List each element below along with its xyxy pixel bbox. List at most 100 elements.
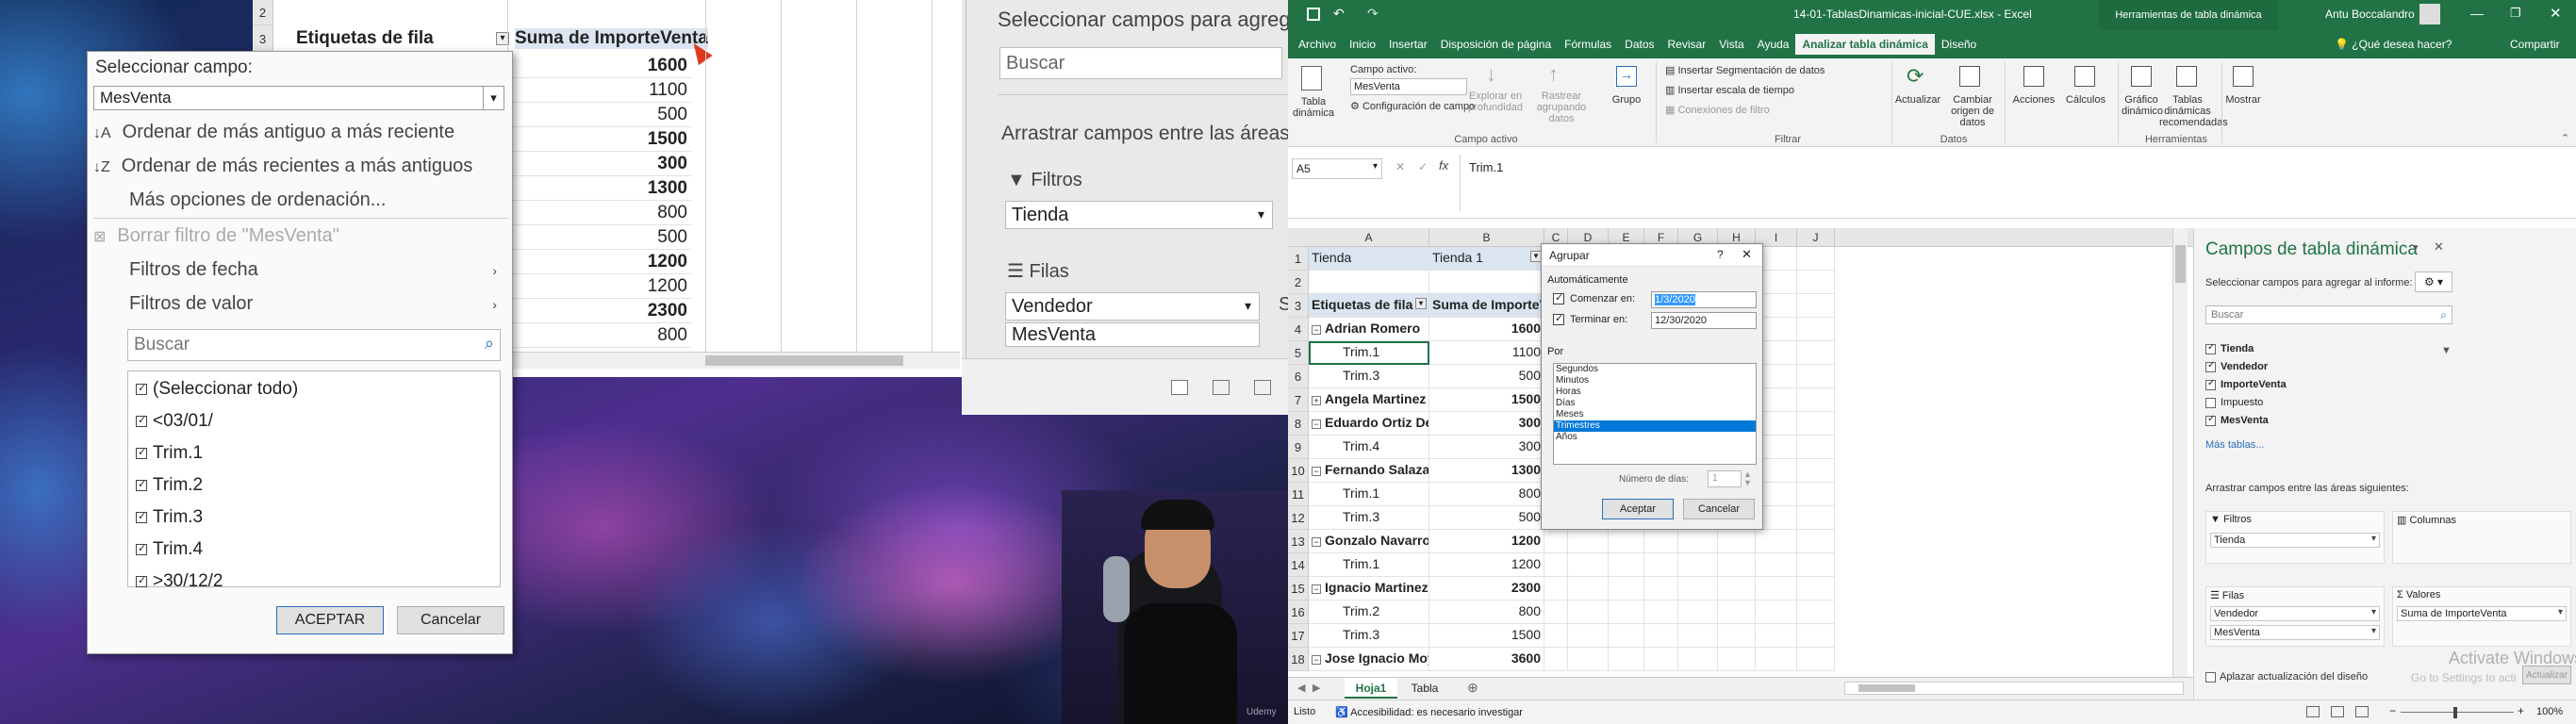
group-option[interactable]: Horas — [1554, 387, 1756, 398]
cell-b5[interactable]: 1100 — [1429, 341, 1544, 365]
field-search-input[interactable]: Buscar ⌕ — [2205, 305, 2452, 324]
filter-dropdown-icon[interactable]: ▾ — [1415, 298, 1427, 309]
cell-a14[interactable]: Trim.1 — [1309, 553, 1429, 577]
empty-cell[interactable] — [1797, 601, 1835, 624]
scroll-thumb[interactable] — [1858, 684, 1915, 692]
tab-hoja1[interactable]: Hoja1 — [1345, 678, 1397, 699]
empty-cell[interactable] — [1568, 530, 1609, 553]
row-header[interactable]: 10 — [1288, 459, 1309, 483]
group-option[interactable]: Trimestres — [1554, 420, 1756, 432]
group-option[interactable]: Minutos — [1554, 375, 1756, 387]
values-area[interactable]: Σ Valores Suma de ImporteVenta — [2392, 586, 2571, 647]
cell-a9[interactable]: Trim.4 — [1309, 436, 1429, 459]
row-field-mesventa[interactable]: MesVenta — [1005, 322, 1260, 347]
cancel-button[interactable]: Cancelar — [397, 606, 504, 634]
add-sheet-icon[interactable]: ⊕ — [1467, 680, 1478, 696]
collapse-icon[interactable]: − — [1312, 537, 1321, 547]
column-header[interactable]: B — [1429, 228, 1544, 247]
date-filters-item[interactable]: Filtros de fecha › — [129, 259, 497, 281]
empty-cell[interactable] — [1797, 459, 1835, 483]
row-header[interactable]: 2 — [1288, 271, 1309, 294]
empty-cell[interactable] — [1797, 530, 1835, 553]
cell-b9[interactable]: 300 — [1429, 436, 1544, 459]
value-sum-item[interactable]: Suma de ImporteVenta — [2397, 606, 2567, 621]
recommended-pivot-button[interactable]: Tablas dinámicas recomendadas — [2159, 94, 2228, 128]
empty-cell[interactable] — [1718, 601, 1756, 624]
page-break-icon[interactable] — [1254, 380, 1271, 395]
start-input[interactable]: 1/3/2020 — [1651, 291, 1757, 308]
checkbox[interactable]: ✓ — [2205, 342, 2216, 354]
checklist-item[interactable]: <03/01/ — [136, 411, 213, 432]
checklist-item[interactable]: >30/12/2 — [136, 571, 223, 592]
sort-desc-item[interactable]: ↓Z Ordenar de más recientes a más antiguo… — [93, 156, 472, 177]
cell-a4[interactable]: − Adrian Romero — [1309, 318, 1429, 341]
empty-cell[interactable] — [1568, 624, 1609, 648]
update-button[interactable]: Actualizar — [2522, 666, 2571, 684]
tab-tabla[interactable]: Tabla — [1401, 678, 1448, 699]
cell-b12[interactable]: 500 — [1429, 506, 1544, 530]
accessibility-status[interactable]: ♿ Accesibilidad: es necesario investigar — [1335, 706, 1523, 718]
empty-cell[interactable] — [1609, 553, 1644, 577]
row-header[interactable]: 7 — [1288, 388, 1309, 412]
empty-cell[interactable] — [1678, 648, 1718, 671]
cell-b17[interactable]: 1500 — [1429, 624, 1544, 648]
zoom-slider-thumb[interactable] — [2453, 707, 2457, 718]
zoom-out-icon[interactable]: − — [2389, 704, 2396, 717]
cell-b8[interactable]: 300 — [1429, 412, 1544, 436]
empty-cell[interactable] — [1609, 648, 1644, 671]
name-box[interactable]: A5 ▾ — [1292, 158, 1382, 179]
cell-a13[interactable]: − Gonzalo Navarro — [1309, 530, 1429, 553]
collapse-icon[interactable]: − — [1312, 325, 1321, 335]
pane-options-icon[interactable]: ▾ — [2413, 241, 2419, 254]
empty-cell[interactable] — [1797, 341, 1835, 365]
tab-archivo[interactable]: Archivo — [1292, 34, 1343, 55]
tell-me[interactable]: 💡 ¿Qué desea hacer? — [2335, 38, 2452, 51]
row-header[interactable]: 4 — [1288, 318, 1309, 341]
checkbox[interactable] — [136, 382, 147, 395]
more-tables-link[interactable]: Más tablas... — [2205, 439, 2264, 451]
cell-a10[interactable]: − Fernando Salazar — [1309, 459, 1429, 483]
row-header[interactable]: 11 — [1288, 483, 1309, 506]
cell-a2[interactable] — [1309, 271, 1429, 294]
empty-cell[interactable] — [1797, 506, 1835, 530]
row-header[interactable]: 8 — [1288, 412, 1309, 436]
empty-cell[interactable] — [1568, 601, 1609, 624]
page-layout-icon[interactable] — [2331, 706, 2344, 717]
collapse-icon[interactable]: − — [1312, 420, 1321, 429]
checkbox[interactable] — [136, 510, 147, 523]
empty-cell[interactable] — [1609, 601, 1644, 624]
avatar[interactable] — [2419, 4, 2440, 25]
gear-icon[interactable]: ⚙ ▾ — [2415, 272, 2452, 292]
checkbox[interactable]: ✓ — [2205, 360, 2216, 372]
insert-slicer-button[interactable]: ▤ Insertar Segmentación de datos — [1665, 64, 1825, 76]
empty-cell[interactable] — [1718, 648, 1756, 671]
confirm-entry-icon[interactable]: ✓ — [1418, 160, 1428, 173]
redo-icon[interactable]: ↷ — [1367, 6, 1379, 22]
change-source-button[interactable]: Cambiar origen de datos — [1942, 94, 2003, 128]
cell-b11[interactable]: 800 — [1429, 483, 1544, 506]
empty-cell[interactable] — [1644, 553, 1678, 577]
cell-a15[interactable]: − Ignacio Martinez — [1309, 577, 1429, 601]
row-header[interactable]: 12 — [1288, 506, 1309, 530]
row-header[interactable]: 15 — [1288, 577, 1309, 601]
cell-a16[interactable]: Trim.2 — [1309, 601, 1429, 624]
search-input[interactable]: Buscar — [999, 47, 1282, 79]
normal-view-icon[interactable] — [2306, 706, 2320, 717]
cell-b10[interactable]: 1300 — [1429, 459, 1544, 483]
empty-cell[interactable] — [1544, 624, 1568, 648]
empty-cell[interactable] — [1797, 624, 1835, 648]
cell-b3[interactable]: Suma de ImporteVenta — [1429, 294, 1544, 318]
group-option[interactable]: Años — [1554, 432, 1756, 443]
empty-cell[interactable] — [1797, 247, 1835, 271]
checkbox[interactable] — [136, 542, 147, 555]
cancel-button[interactable]: Cancelar — [1683, 499, 1755, 519]
empty-cell[interactable] — [1678, 553, 1718, 577]
empty-cell[interactable] — [1756, 577, 1797, 601]
row-header[interactable]: 5 — [1288, 341, 1309, 365]
undo-icon[interactable]: ↶ — [1333, 6, 1345, 22]
row-header[interactable]: 13 — [1288, 530, 1309, 553]
field-item[interactable]: Impuesto — [2205, 397, 2452, 415]
column-header[interactable]: J — [1797, 228, 1835, 247]
sort-asc-item[interactable]: ↓A Ordenar de más antiguo a más reciente — [93, 122, 454, 143]
row-mesventa-item[interactable]: MesVenta — [2210, 625, 2380, 640]
